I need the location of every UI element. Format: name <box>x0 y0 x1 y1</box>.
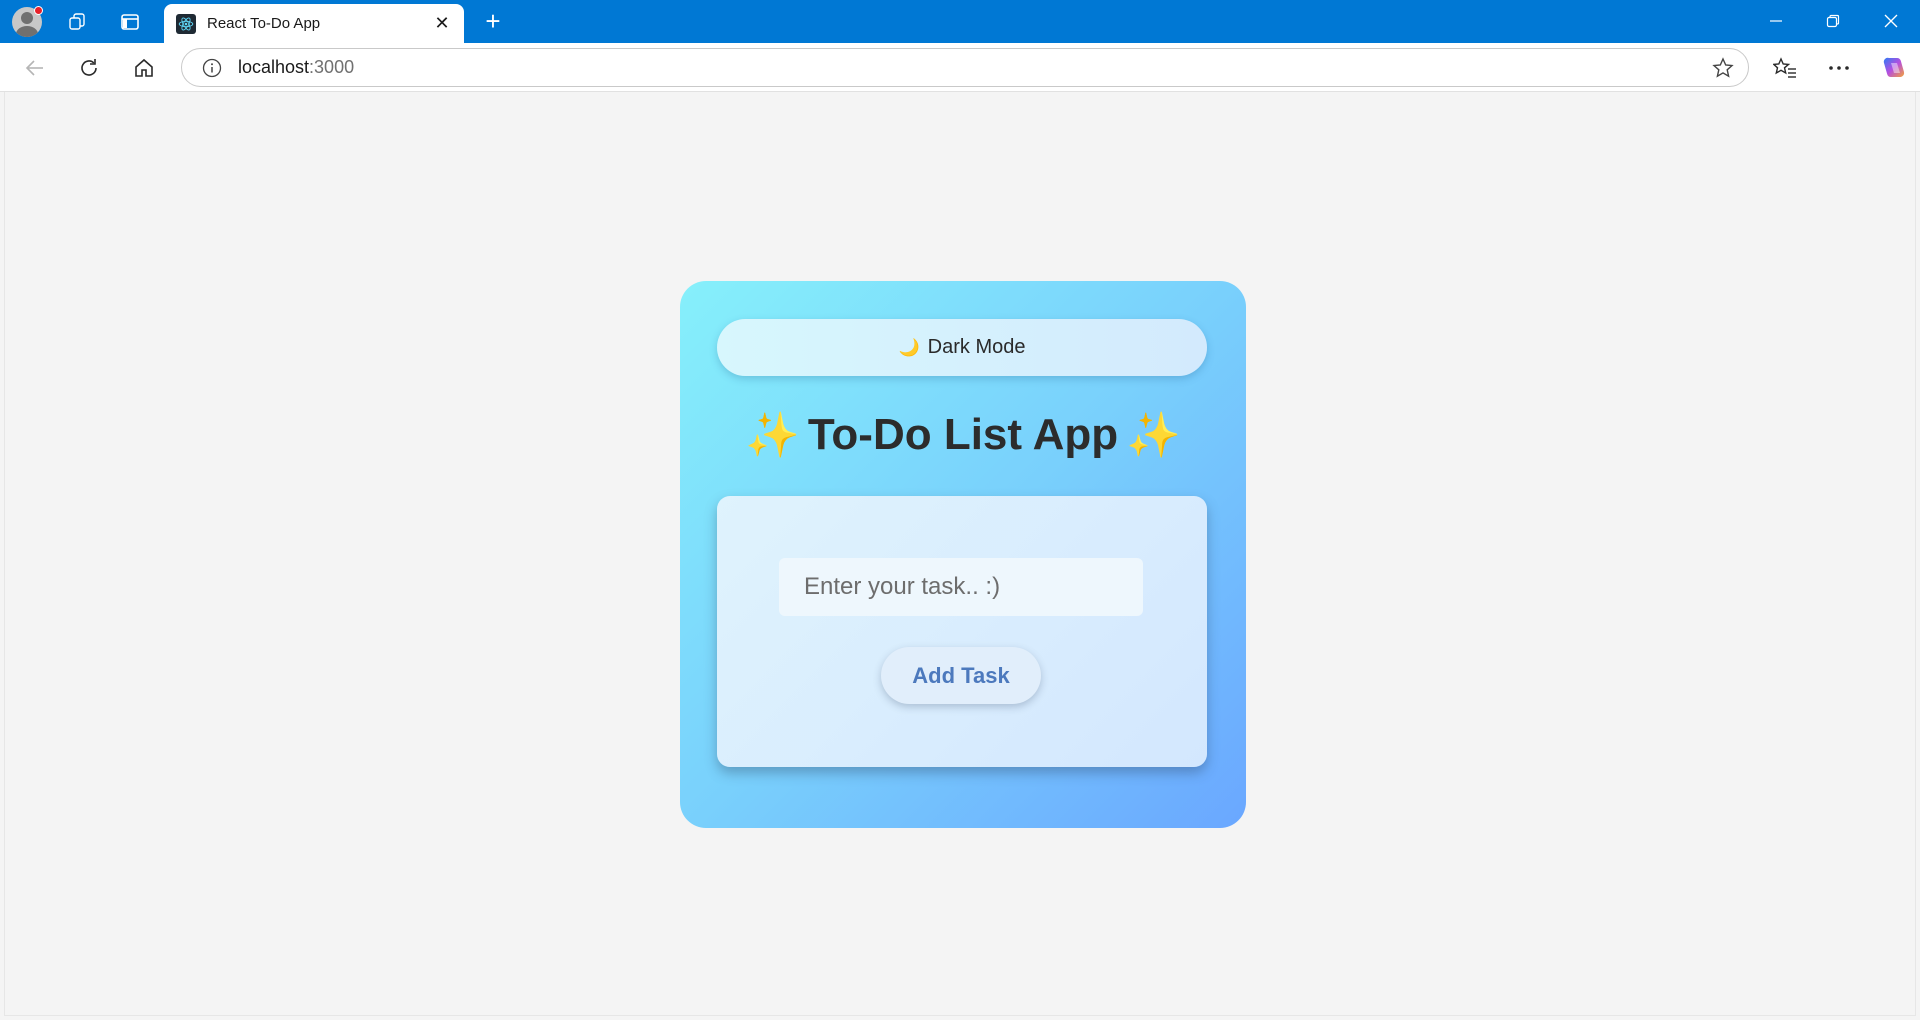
back-arrow-icon[interactable] <box>19 52 51 84</box>
vertical-tabs-icon[interactable] <box>115 7 145 37</box>
address-bar[interactable]: localhost:3000 <box>181 48 1749 87</box>
favorites-icon[interactable] <box>1769 52 1801 84</box>
sparkle-icon: ✨ <box>1126 411 1181 460</box>
moon-icon: 🌙 <box>898 337 920 357</box>
close-window-icon[interactable] <box>1871 5 1911 37</box>
dark-mode-toggle[interactable]: 🌙 Dark Mode <box>717 319 1207 376</box>
close-tab-icon[interactable]: ✕ <box>432 13 452 34</box>
add-task-button[interactable]: Add Task <box>881 647 1041 704</box>
site-info-icon[interactable] <box>202 58 222 78</box>
new-tab-button[interactable]: + <box>478 6 508 36</box>
minimize-icon[interactable] <box>1756 5 1796 37</box>
tab-title: React To-Do App <box>207 15 321 32</box>
page-title-text: To-Do List App <box>807 410 1119 459</box>
restore-icon[interactable] <box>1813 5 1853 37</box>
url-host: localhost <box>238 57 310 77</box>
copilot-icon[interactable] <box>1878 52 1910 84</box>
dark-mode-label: Dark Mode <box>927 336 1026 358</box>
notification-dot <box>34 6 43 15</box>
home-icon[interactable] <box>128 52 160 84</box>
page-title: ✨ To-Do List App ✨ <box>680 409 1246 461</box>
page-viewport: 🌙 Dark Mode ✨ To-Do List App ✨ Add Task <box>4 92 1916 1016</box>
browser-toolbar: localhost:3000 <box>0 43 1920 92</box>
react-logo-icon <box>176 13 196 34</box>
star-icon[interactable] <box>1712 57 1734 79</box>
todo-app-card: 🌙 Dark Mode ✨ To-Do List App ✨ Add Task <box>680 281 1246 828</box>
active-tab[interactable]: React To-Do App ✕ <box>164 4 464 43</box>
refresh-icon[interactable] <box>73 52 105 84</box>
sparkle-icon: ✨ <box>745 411 800 460</box>
workspaces-icon[interactable] <box>63 7 93 37</box>
url-port: :3000 <box>309 57 355 77</box>
browser-titlebar: React To-Do App ✕ + <box>0 0 1920 43</box>
task-entry-panel: Add Task <box>717 496 1207 767</box>
task-input[interactable] <box>779 558 1143 616</box>
more-icon[interactable] <box>1823 52 1855 84</box>
